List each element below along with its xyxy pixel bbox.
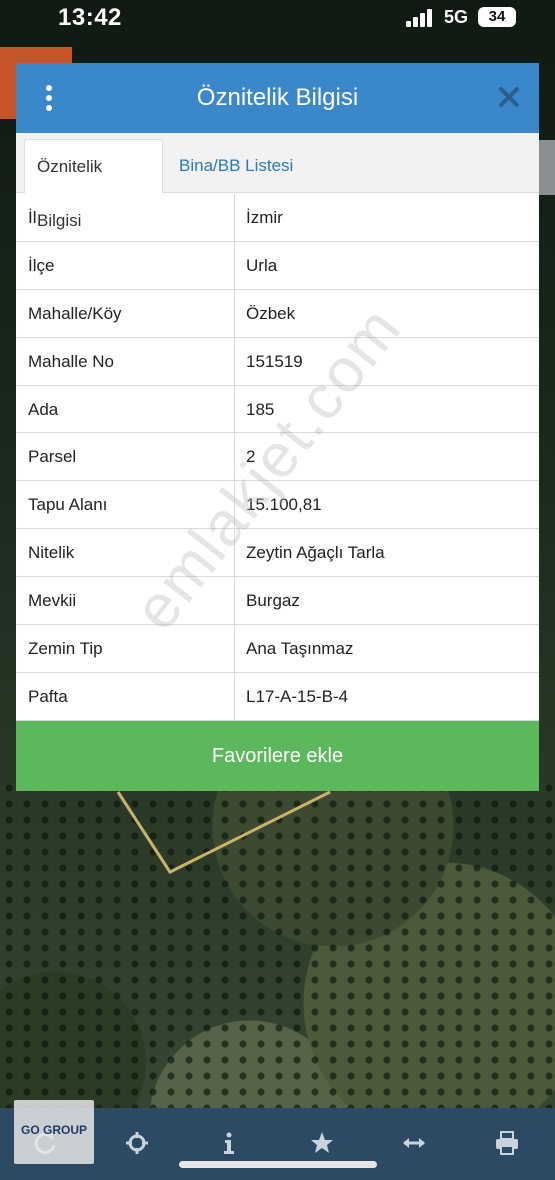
table-row: Pafta L17-A-15-B-4	[16, 672, 539, 721]
crosshair-icon[interactable]	[124, 1130, 150, 1156]
row-key: Parsel	[28, 447, 77, 467]
table-row: İlçe Urla	[16, 241, 539, 290]
measure-arrows-icon[interactable]	[401, 1130, 427, 1156]
company-logo: GO GROUP	[14, 1100, 94, 1164]
row-key: Mahalle/Köy	[28, 303, 122, 323]
row-key: Tapu Alanı	[28, 495, 108, 515]
row-key: Mevkii	[28, 591, 77, 611]
row-value: Zeytin Ağaçlı Tarla	[246, 543, 385, 563]
row-value: Burgaz	[246, 591, 300, 611]
row-value: İzmir	[246, 208, 283, 227]
row-value: Ana Taşınmaz	[246, 639, 354, 659]
row-value: Urla	[246, 255, 278, 275]
table-row: İl İzmir	[16, 194, 539, 242]
row-key: İl	[28, 208, 37, 227]
screen: 13:42 5G 34 Öznitelik Bilgisi Öznitelik …	[0, 0, 555, 1180]
tab-building-list[interactable]: Bina/BB Listesi	[167, 139, 305, 193]
info-icon[interactable]	[216, 1130, 242, 1156]
close-icon[interactable]	[497, 85, 521, 109]
table-row: Nitelik Zeytin Ağaçlı Tarla	[16, 529, 539, 578]
status-time: 13:42	[58, 4, 122, 31]
battery-icon: 34	[478, 7, 516, 27]
row-key: Pafta	[28, 686, 68, 706]
status-bar: 13:42 5G 34	[0, 0, 555, 40]
table-row: Zemin Tip Ana Taşınmaz	[16, 625, 539, 673]
star-icon[interactable]	[309, 1130, 335, 1156]
row-value: L17-A-15-B-4	[246, 686, 349, 706]
table-row: Mahalle No 151519	[16, 337, 539, 386]
dialog-title: Öznitelik Bilgisi	[196, 84, 359, 111]
row-key: Zemin Tip	[28, 639, 103, 659]
home-indicator[interactable]	[179, 1161, 377, 1168]
row-key: Mahalle No	[28, 351, 114, 371]
add-to-favorites-button[interactable]: Favorilere ekle	[16, 721, 539, 791]
print-icon[interactable]	[494, 1130, 520, 1156]
dialog-header: Öznitelik Bilgisi	[16, 63, 539, 133]
map-side-strip	[539, 140, 555, 195]
table-row: Mahalle/Köy Özbek	[16, 289, 539, 338]
row-key: Nitelik	[28, 543, 75, 563]
row-key: İlçe	[28, 255, 55, 275]
row-key: Ada	[28, 399, 59, 419]
table-row: Mevkii Burgaz	[16, 577, 539, 626]
tab-attribute-info[interactable]: Öznitelik Bilgisi	[24, 139, 163, 230]
tab-bar: Öznitelik Bilgisi Bina/BB Listesi	[16, 133, 539, 230]
network-label: 5G	[444, 7, 469, 27]
signal-icon	[406, 9, 436, 27]
row-value: Özbek	[246, 303, 296, 323]
